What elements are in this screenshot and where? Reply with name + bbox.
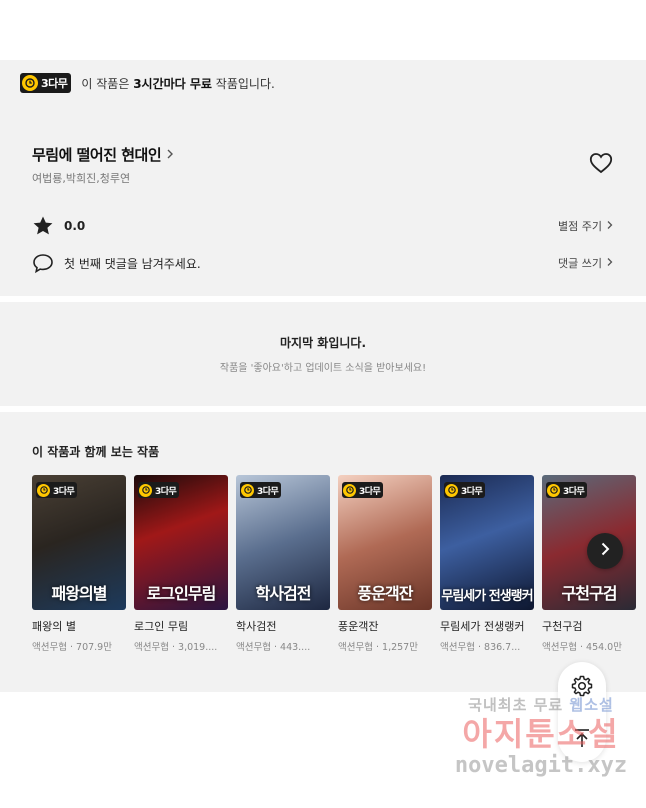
cover-image: 3다무 풍운객잔 [338,475,432,610]
cover-title: 무림세가 전생랭커 [441,589,533,604]
write-comment-button[interactable]: 댓글 쓰기 [558,255,614,271]
carousel-next-button[interactable] [587,533,623,569]
work-name: 로그인 무림 [134,620,189,633]
free-badge: 3다무 [546,479,588,498]
star-icon [32,215,54,237]
watermark: 국내최초 무료 웹소설 아지툰소설 novelagit.xyz [446,694,636,778]
chevron-right-icon [606,220,614,233]
floating-actions [558,662,606,762]
work-authors: 여법룡,박희진,청루연 [32,172,131,185]
heart-icon[interactable] [589,152,613,174]
cover-title: 구천구검 [561,584,618,603]
work-meta: 액션무협 · 443.... [236,642,311,653]
work-meta: 액션무협 · 3,019.... [134,642,218,653]
free-badge: 3다무 [20,73,72,93]
work-meta: 액션무협 · 836.7... [440,642,521,653]
cover-title: 로그인무림 [146,584,217,603]
work-name: 풍운객잔 [338,620,379,633]
related-work-card[interactable]: 3다무 구천구검 구천구검 액션무협 · 454.0만 [542,475,636,653]
last-episode-heading: 마지막 화입니다. [279,336,367,350]
clock-icon [241,483,254,497]
rating-row: 0.0 별점 주기 [32,214,614,238]
work-title: 무림에 떨어진 현대인 [32,146,162,164]
free-banner-message: 이 작품은 3시간마다 무료 작품입니다. [81,76,275,91]
related-works: 이 작품과 함께 보는 작품 3다무 패왕의별 패왕의 별 액션무협 · 707… [0,412,646,692]
comment-row: 첫 번째 댓글을 남겨주세요. 댓글 쓰기 [32,251,614,275]
work-info: 무림에 떨어진 현대인 여법룡,박희진,청루연 0.0 별점 주기 첫 번째 댓… [0,106,646,296]
related-work-card[interactable]: 3다무 학사검전 학사검전 액션무협 · 443.... [236,475,330,653]
chevron-right-icon [606,257,614,270]
free-badge: 3다무 [444,479,486,498]
free-badge: 3다무 [240,479,282,498]
related-work-card[interactable]: 3다무 로그인무림 로그인 무림 액션무협 · 3,019.... [134,475,228,653]
last-episode-notice: 마지막 화입니다. 작품을 '좋아요'하고 업데이트 소식을 받아보세요! [0,302,646,406]
work-name: 학사검전 [236,620,277,633]
cover-image: 3다무 로그인무림 [134,475,228,610]
chevron-right-icon [598,541,612,561]
free-banner: 3다무 이 작품은 3시간마다 무료 작품입니다. [0,60,646,106]
rate-button-label: 별점 주기 [558,220,602,233]
work-meta: 액션무협 · 1,257만 [338,642,418,653]
related-works-list: 3다무 패왕의별 패왕의 별 액션무협 · 707.9만 3다무 로그인무림 로… [32,475,636,653]
clock-icon [37,483,50,497]
comment-prompt: 첫 번째 댓글을 남겨주세요. [64,256,201,271]
last-episode-subtext: 작품을 '좋아요'하고 업데이트 소식을 받아보세요! [219,363,427,374]
related-work-card[interactable]: 3다무 무림세가 전생랭커 무림세가 전생랭커 액션무협 · 836.7... [440,475,534,653]
work-meta: 액션무협 · 454.0만 [542,642,622,653]
cover-image: 3다무 무림세가 전생랭커 [440,475,534,610]
work-name: 패왕의 별 [32,620,76,633]
clock-icon [22,75,38,91]
cover-title: 학사검전 [255,584,312,603]
work-name: 무림세가 전생랭커 [440,620,525,633]
clock-icon [445,483,458,497]
clock-icon [343,483,356,497]
gear-icon[interactable] [570,674,594,698]
free-badge: 3다무 [342,479,384,498]
free-badge: 3다무 [138,479,180,498]
cover-image: 3다무 학사검전 [236,475,330,610]
arrow-up-icon[interactable] [570,726,594,750]
clock-icon [139,483,152,497]
cover-image: 3다무 패왕의별 [32,475,126,610]
chevron-right-icon [165,145,175,164]
clock-icon [547,483,560,497]
work-name: 구천구검 [542,620,583,633]
related-work-card[interactable]: 3다무 풍운객잔 풍운객잔 액션무협 · 1,257만 [338,475,432,653]
watermark-line2: 아지툰소설 [462,715,620,753]
cover-title: 패왕의별 [51,584,108,603]
rating-value: 0.0 [64,219,86,233]
cover-title: 풍운객잔 [357,584,414,603]
watermark-line3: novelagit.xyz [454,753,628,778]
free-badge-label: 3다무 [41,77,68,90]
free-badge: 3다무 [36,479,78,498]
watermark-line1: 국내최초 무료 웹소설 [468,696,614,714]
related-works-title: 이 작품과 함께 보는 작품 [32,445,160,459]
work-title-link[interactable]: 무림에 떨어진 현대인 [32,144,175,165]
related-work-card[interactable]: 3다무 패왕의별 패왕의 별 액션무협 · 707.9만 [32,475,126,653]
work-meta: 액션무협 · 707.9만 [32,642,112,653]
comment-icon [32,252,54,274]
rate-button[interactable]: 별점 주기 [558,218,614,234]
write-comment-label: 댓글 쓰기 [558,257,602,270]
